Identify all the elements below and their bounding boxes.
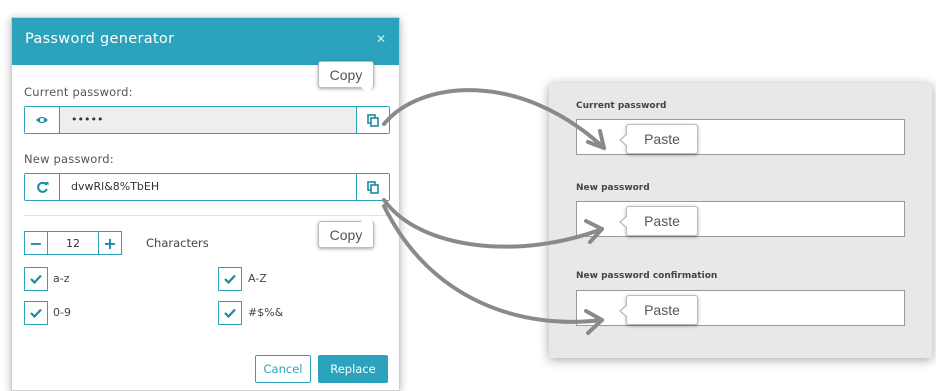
check-icon: [30, 274, 42, 284]
increment-button[interactable]: +: [98, 231, 122, 255]
check-icon: [30, 308, 42, 318]
checkbox-symbols-label: #$%&: [248, 306, 284, 319]
new-password-value: dvwRl&8%TbEH: [71, 180, 160, 193]
target-form: Current password Paste New password Past…: [549, 83, 932, 358]
new-password-label: New password:: [24, 152, 114, 166]
copy-icon: [367, 180, 379, 194]
checkbox-uppercase-label: A-Z: [248, 272, 267, 285]
new-password-label: New password: [576, 183, 650, 193]
close-icon[interactable]: ✕: [376, 32, 386, 46]
checkbox-symbols[interactable]: [218, 301, 242, 325]
current-password-label: Current password: [576, 101, 667, 111]
copy-tooltip-current: Copy: [318, 61, 374, 94]
replace-button[interactable]: Replace: [318, 355, 388, 383]
current-password-label: Current password:: [24, 85, 133, 99]
checkbox-digits[interactable]: [24, 301, 48, 325]
paste-tooltip-new: Paste: [619, 206, 698, 236]
checkbox-lowercase-label: a-z: [53, 272, 70, 285]
show-password-button[interactable]: [25, 107, 60, 133]
current-password-field: •••••: [24, 106, 390, 134]
new-password-field[interactable]: dvwRl&8%TbEH: [24, 173, 390, 201]
copy-current-button[interactable]: [356, 107, 389, 133]
copy-icon: [367, 113, 379, 127]
checkbox-digits-label: 0-9: [53, 306, 71, 319]
paste-tooltip-confirmation: Paste: [619, 295, 698, 325]
eye-icon: [36, 117, 48, 123]
divider: [24, 215, 390, 216]
regenerate-button[interactable]: [25, 174, 60, 200]
dialog-title: Password generator: [25, 31, 175, 47]
check-icon: [224, 274, 236, 284]
checkbox-uppercase[interactable]: [218, 267, 242, 291]
new-password-confirmation-label: New password confirmation: [576, 271, 718, 281]
copy-new-button[interactable]: [356, 174, 389, 200]
dialog-header: Password generator ✕: [12, 18, 399, 65]
current-password-value: •••••: [71, 113, 104, 126]
copy-tooltip-new: Copy: [318, 215, 374, 248]
characters-label: Characters: [146, 236, 209, 250]
checkbox-lowercase[interactable]: [24, 267, 48, 291]
paste-tooltip-current: Paste: [619, 124, 698, 154]
decrement-button[interactable]: −: [24, 231, 48, 255]
cancel-button[interactable]: Cancel: [255, 355, 311, 383]
check-icon: [224, 308, 236, 318]
characters-value[interactable]: 12: [47, 231, 99, 255]
refresh-icon: [36, 181, 48, 193]
